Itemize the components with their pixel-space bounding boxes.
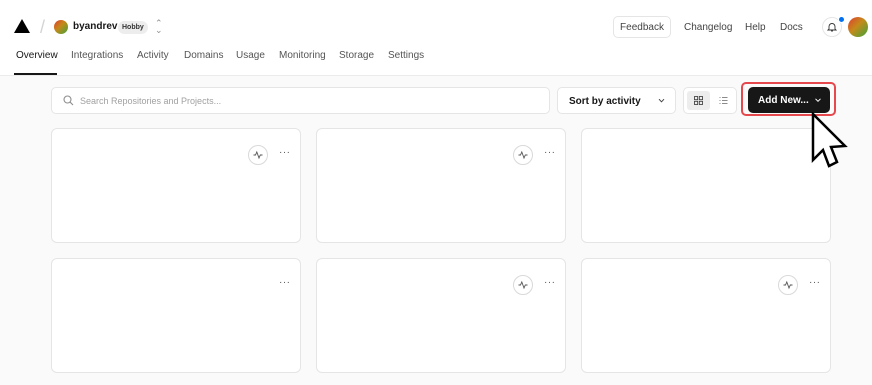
- list-icon: [719, 97, 728, 104]
- view-toggle: [683, 87, 737, 114]
- docs-link[interactable]: Docs: [780, 22, 803, 33]
- vercel-logo-icon[interactable]: [14, 19, 30, 33]
- bell-icon: [827, 23, 837, 32]
- list-view-button[interactable]: [713, 91, 733, 110]
- feedback-button[interactable]: Feedback: [613, 16, 671, 38]
- active-tab-indicator: [14, 73, 57, 75]
- activity-button[interactable]: [513, 275, 533, 295]
- search-icon: [63, 95, 74, 106]
- activity-button[interactable]: [248, 145, 268, 165]
- changelog-link[interactable]: Changelog: [684, 22, 732, 33]
- add-new-label: Add New...: [758, 95, 809, 106]
- chevron-down-icon: [815, 98, 821, 103]
- tab-settings[interactable]: Settings: [388, 50, 424, 76]
- project-card[interactable]: ···: [51, 128, 301, 243]
- project-card[interactable]: ···: [316, 258, 566, 373]
- search-input[interactable]: [80, 88, 540, 113]
- team-name[interactable]: byandrev: [73, 21, 117, 32]
- team-avatar[interactable]: [54, 20, 68, 34]
- project-card[interactable]: ···: [316, 128, 566, 243]
- more-options-icon[interactable]: ···: [279, 147, 291, 158]
- tab-monitoring[interactable]: Monitoring: [279, 50, 326, 76]
- activity-icon: [518, 280, 528, 290]
- plan-badge: Hobby: [118, 21, 148, 34]
- more-options-icon[interactable]: ···: [279, 277, 291, 288]
- tab-activity[interactable]: Activity: [137, 50, 169, 76]
- search-box[interactable]: [51, 87, 550, 114]
- activity-icon: [518, 150, 528, 160]
- grid-view-button[interactable]: [687, 91, 710, 110]
- chevron-up-down-icon[interactable]: ⌃ ⌄: [155, 19, 163, 35]
- more-options-icon[interactable]: ···: [809, 277, 821, 288]
- project-card[interactable]: [581, 128, 831, 243]
- tab-integrations[interactable]: Integrations: [71, 50, 123, 76]
- breadcrumb-separator: /: [40, 17, 46, 37]
- activity-icon: [783, 280, 793, 290]
- add-new-button[interactable]: Add New...: [748, 87, 830, 113]
- pointer-cursor-icon: [811, 112, 848, 168]
- project-card[interactable]: ···: [51, 258, 301, 373]
- activity-button[interactable]: [513, 145, 533, 165]
- chevron-down-icon: [658, 98, 665, 103]
- tab-storage[interactable]: Storage: [339, 50, 374, 76]
- top-header: / byandrev Hobby ⌃ ⌄ Feedback Changelog H…: [0, 0, 872, 76]
- activity-button[interactable]: [778, 275, 798, 295]
- user-avatar[interactable]: [848, 17, 868, 37]
- activity-icon: [253, 150, 263, 160]
- more-options-icon[interactable]: ···: [544, 147, 556, 158]
- project-card[interactable]: ···: [581, 258, 831, 373]
- sort-dropdown[interactable]: Sort by activity: [557, 87, 676, 114]
- sort-label: Sort by activity: [569, 96, 641, 107]
- grid-icon: [694, 96, 703, 105]
- tab-usage[interactable]: Usage: [236, 50, 265, 76]
- more-options-icon[interactable]: ···: [544, 277, 556, 288]
- help-link[interactable]: Help: [745, 22, 766, 33]
- notification-dot: [838, 16, 845, 23]
- tab-domains[interactable]: Domains: [184, 50, 223, 76]
